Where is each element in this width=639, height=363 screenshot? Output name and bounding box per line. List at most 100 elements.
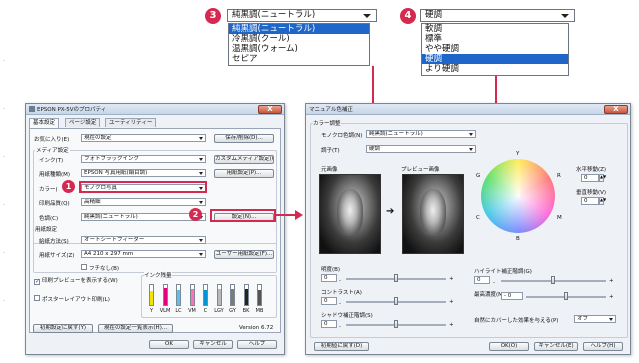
reset-button[interactable]: 初期値に戻す(D) xyxy=(314,342,369,351)
favorites-value: 現在の設定 xyxy=(84,135,112,141)
cancel-button[interactable]: キャンセル xyxy=(193,340,233,349)
tab-utility[interactable]: ユーティリティー xyxy=(105,118,157,127)
chevron-down-icon xyxy=(199,253,203,256)
v-move-input[interactable]: 0 xyxy=(581,197,599,205)
wheel-label-r: R xyxy=(557,173,561,179)
mono-tone-option[interactable]: 温黒調(ウォーム) xyxy=(229,44,369,54)
h-move-spinner[interactable]: ▲▼ xyxy=(599,174,606,182)
shadow-thumb[interactable] xyxy=(394,320,398,328)
save-delete-button[interactable]: 保存/削除(D)... xyxy=(214,134,274,143)
tone-dropdown[interactable]: 硬調 xyxy=(420,9,575,22)
contrast-label: コントラスト(A) xyxy=(321,290,362,296)
ink-level-fill xyxy=(258,290,261,305)
tone-option[interactable]: 標準 xyxy=(422,34,568,44)
mono-tone-option[interactable]: 純黒調(ニュートラル) xyxy=(229,24,369,34)
tone-option[interactable]: 硬調 xyxy=(422,54,568,64)
mono-tone-select[interactable]: 純黒調(ニュートラル) xyxy=(366,130,476,138)
size-select[interactable]: A4 210 x 297 mm xyxy=(81,250,206,258)
feed-select[interactable]: オートシートフィーダー xyxy=(81,236,206,244)
close-button[interactable]: X xyxy=(604,105,628,114)
tone-value: 純黒調(ニュートラル) xyxy=(84,214,138,220)
wheel-label-b: B xyxy=(516,236,520,242)
tab-basic[interactable]: 基本設定 xyxy=(29,118,60,128)
poster-checkbox[interactable] xyxy=(34,295,40,301)
tone-option[interactable]: より硬調 xyxy=(422,64,568,74)
ink-select[interactable]: フォトブラックインク xyxy=(81,155,206,163)
cancel-button[interactable]: キャンセル(E) xyxy=(534,342,578,351)
connector-line xyxy=(276,214,296,216)
mono-tone-option[interactable]: 冷黒調(クール) xyxy=(229,34,369,44)
highlight-input[interactable]: 0 xyxy=(474,276,490,284)
chevron-down-icon xyxy=(609,318,613,321)
paper-type-label: 用紙種類(M) xyxy=(39,172,71,178)
effect-select[interactable]: オフ xyxy=(574,315,616,323)
ink-level-name: LC xyxy=(175,308,182,314)
ink-level-bar xyxy=(230,284,235,306)
h-move-input[interactable]: 0 xyxy=(581,174,599,182)
ink-value: フォトブラックインク xyxy=(84,156,140,162)
help-button[interactable]: ヘルプ xyxy=(237,340,277,349)
slider-plus: + xyxy=(449,322,454,328)
tone-option[interactable]: 軟調 xyxy=(422,24,568,34)
contrast-input[interactable]: 0 xyxy=(321,297,337,305)
custom-media-button[interactable]: カスタムメディア設定(G)... xyxy=(214,155,274,164)
tab-strip: 基本設定 ページ設定 ユーティリティー xyxy=(29,118,281,128)
ink-level-fill xyxy=(177,290,180,305)
callout-badge-4: 4 xyxy=(400,8,416,24)
brightness-input[interactable]: 0 xyxy=(321,274,337,282)
v-move-label: 垂直移動(V) xyxy=(576,190,607,196)
borderless-checkbox[interactable] xyxy=(81,264,87,270)
ink-level-bar xyxy=(216,284,222,306)
mono-tone-dropdown[interactable]: 純黒調(ニュートラル) xyxy=(227,9,377,22)
tone-label: 色調(C) xyxy=(39,216,59,222)
tone-dropdown-value: 硬調 xyxy=(425,10,443,20)
tone-option[interactable]: やや硬調 xyxy=(422,44,568,54)
favorites-select[interactable]: 現在の設定 xyxy=(81,134,206,142)
title-bar: マニュアル色補正 xyxy=(306,104,630,115)
callout-badge-1: 1 xyxy=(62,180,75,193)
tone-select[interactable]: 硬調 xyxy=(366,145,476,153)
paper-config-button[interactable]: 用紙設定(P)... xyxy=(214,169,274,178)
paper-type-select[interactable]: EPSON 写真用紙(絹目調) xyxy=(81,169,206,177)
shadow-input[interactable]: 0 xyxy=(321,320,337,328)
mono-tone-label: モノクロ色調(N) xyxy=(321,133,363,139)
tone-select[interactable]: 純黒調(ニュートラル) xyxy=(81,213,206,221)
preview-label: 印刷プレビューを表示する(W) xyxy=(42,278,118,284)
max-density-sign: - xyxy=(504,293,506,299)
ink-level-bar xyxy=(149,284,154,306)
close-button[interactable]: X xyxy=(258,105,282,114)
ok-button[interactable]: OK(O) xyxy=(489,342,529,351)
tab-page[interactable]: ページ設定 xyxy=(65,118,101,127)
chevron-down-icon xyxy=(469,133,473,136)
original-image xyxy=(319,174,381,254)
reset-defaults-button[interactable]: 初期設定に戻す(Y) xyxy=(33,324,93,333)
max-density-thumb[interactable] xyxy=(564,292,568,300)
tone-label: 調子(T) xyxy=(321,148,340,154)
slider-minus: - xyxy=(339,301,341,307)
chevron-down-icon xyxy=(199,158,203,161)
quality-select[interactable]: 高精細 xyxy=(81,198,206,206)
arrow-right-icon: ➔ xyxy=(386,206,395,217)
ok-button[interactable]: OK xyxy=(149,340,189,349)
slider-minus: - xyxy=(339,324,341,330)
help-button[interactable]: ヘルプ(H) xyxy=(583,342,623,351)
brightness-thumb[interactable] xyxy=(394,274,398,282)
preview-checkbox[interactable] xyxy=(34,278,40,285)
v-move-spinner[interactable]: ▲▼ xyxy=(599,197,606,205)
callout-badge-2: 2 xyxy=(189,208,202,221)
user-size-button[interactable]: ユーザー用紙設定(F)... xyxy=(214,250,274,259)
slider-plus: + xyxy=(609,294,614,300)
quality-value: 高精細 xyxy=(84,199,101,205)
highlight-thumb[interactable] xyxy=(551,276,555,284)
ink-level-bar xyxy=(176,284,181,306)
ink-level-label: インク残量 xyxy=(144,271,172,279)
chevron-down-icon xyxy=(363,14,371,18)
settings-list-button[interactable]: 現在の設定一覧表示(H)... xyxy=(98,324,173,333)
ink-label: インク(T) xyxy=(39,158,64,164)
max-density-input[interactable]: - 0 xyxy=(501,292,523,300)
callout-badge-3: 3 xyxy=(205,8,221,24)
mono-tone-option[interactable]: セピア xyxy=(229,54,369,64)
contrast-thumb[interactable] xyxy=(394,297,398,305)
mono-tone-value: 純黒調(ニュートラル) xyxy=(369,131,423,137)
ink-level-name: VLM xyxy=(159,308,171,314)
